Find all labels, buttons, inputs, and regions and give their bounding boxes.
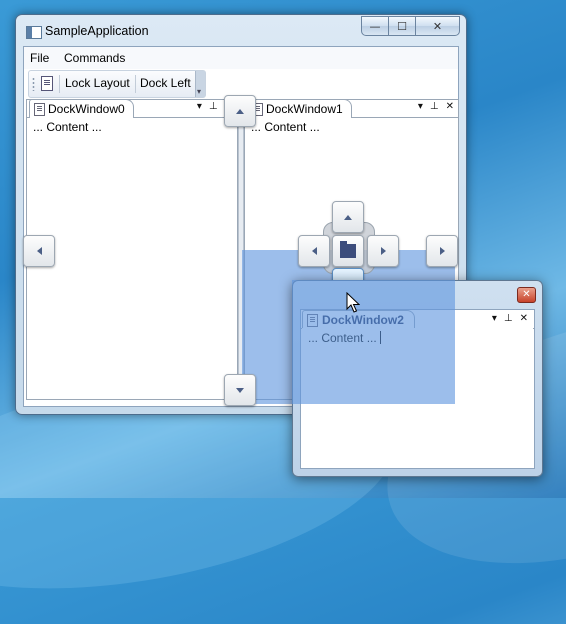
pane-content-text: ... Content ... <box>308 331 377 345</box>
pin-icon[interactable]: ⊥ <box>430 101 439 112</box>
pane-content: ... Content ... <box>308 331 381 345</box>
arrow-up-icon <box>236 108 244 114</box>
dock-left-button[interactable]: Dock Left <box>140 76 191 90</box>
menu-file[interactable]: File <box>30 51 49 65</box>
toolbar: Lock Layout Dock Left <box>28 70 206 98</box>
document-icon <box>307 314 318 327</box>
tab-dockwindow1[interactable]: DockWindow1 <box>247 99 352 118</box>
arrow-down-icon <box>236 387 244 393</box>
arrow-right-icon <box>439 247 445 255</box>
floating-pane: ... Content ... <box>302 328 533 467</box>
menu-bar: File Commands <box>24 47 458 69</box>
floating-client-area: DockWindow2 ▾ ⊥ ✕ ... Content ... <box>300 309 535 469</box>
arrow-left-icon <box>36 247 42 255</box>
window-title: SampleApplication <box>45 24 149 38</box>
document-icon <box>34 103 45 116</box>
pane-content: ... Content ... <box>251 120 320 134</box>
close-icon[interactable]: ✕ <box>520 313 528 324</box>
dock-center-icon <box>340 241 356 258</box>
title-bar[interactable]: SampleApplication — ☐ ✕ <box>16 15 466 47</box>
arrow-right-icon <box>380 247 386 255</box>
minimize-icon: — <box>369 19 381 33</box>
document-icon[interactable] <box>41 76 53 91</box>
mouse-cursor-icon <box>346 292 360 313</box>
dock-guide-right[interactable] <box>426 235 458 267</box>
arrow-up-icon <box>344 214 352 220</box>
toolbar-separator <box>59 75 60 93</box>
toolbar-separator <box>135 75 136 93</box>
toolbar-grip[interactable] <box>32 77 35 91</box>
dock-pane-0: DockWindow0 ▾ ⊥ ✕ ... Content ... <box>26 99 238 400</box>
floating-close-button[interactable]: ✕ <box>517 287 536 303</box>
lock-layout-button[interactable]: Lock Layout <box>65 76 130 90</box>
tab-label: DockWindow2 <box>322 313 404 327</box>
arrow-left-icon <box>311 247 317 255</box>
dock-guide-bottom[interactable] <box>224 374 256 406</box>
close-icon: ✕ <box>432 19 443 33</box>
pane-content: ... Content ... <box>33 120 102 134</box>
maximize-button[interactable]: ☐ <box>389 16 416 36</box>
menu-commands[interactable]: Commands <box>64 51 125 65</box>
pane-buttons: ▾ ⊥ ✕ <box>418 101 454 112</box>
pin-icon[interactable]: ⊥ <box>504 313 513 324</box>
text-caret <box>379 331 381 344</box>
dock-guide-top[interactable] <box>224 95 256 127</box>
compass-guide-right[interactable] <box>367 235 399 267</box>
dock-guide-left[interactable] <box>23 235 55 267</box>
tab-label: DockWindow0 <box>48 102 125 116</box>
pin-icon[interactable]: ⊥ <box>209 101 218 112</box>
compass-guide-left[interactable] <box>298 235 330 267</box>
dropdown-icon[interactable]: ▾ <box>492 313 497 324</box>
close-icon[interactable]: ✕ <box>446 101 454 112</box>
compass-guide-center[interactable] <box>332 235 364 267</box>
minimize-button[interactable]: — <box>361 16 389 36</box>
dropdown-icon[interactable]: ▾ <box>418 101 423 112</box>
close-button[interactable]: ✕ <box>416 16 460 36</box>
compass-guide-top[interactable] <box>332 201 364 233</box>
tab-dockwindow0[interactable]: DockWindow0 <box>29 99 134 118</box>
toolbar-overflow-button[interactable] <box>195 71 205 97</box>
app-icon <box>26 26 42 39</box>
floating-window[interactable]: ✕ DockWindow2 ▾ ⊥ ✕ ... Content ... <box>292 280 543 477</box>
tab-label: DockWindow1 <box>266 102 343 116</box>
maximize-icon: ☐ <box>397 19 407 33</box>
dropdown-icon[interactable]: ▾ <box>197 101 202 112</box>
caption-buttons: — ☐ ✕ <box>361 16 460 36</box>
pane-buttons: ▾ ⊥ ✕ <box>492 313 528 324</box>
